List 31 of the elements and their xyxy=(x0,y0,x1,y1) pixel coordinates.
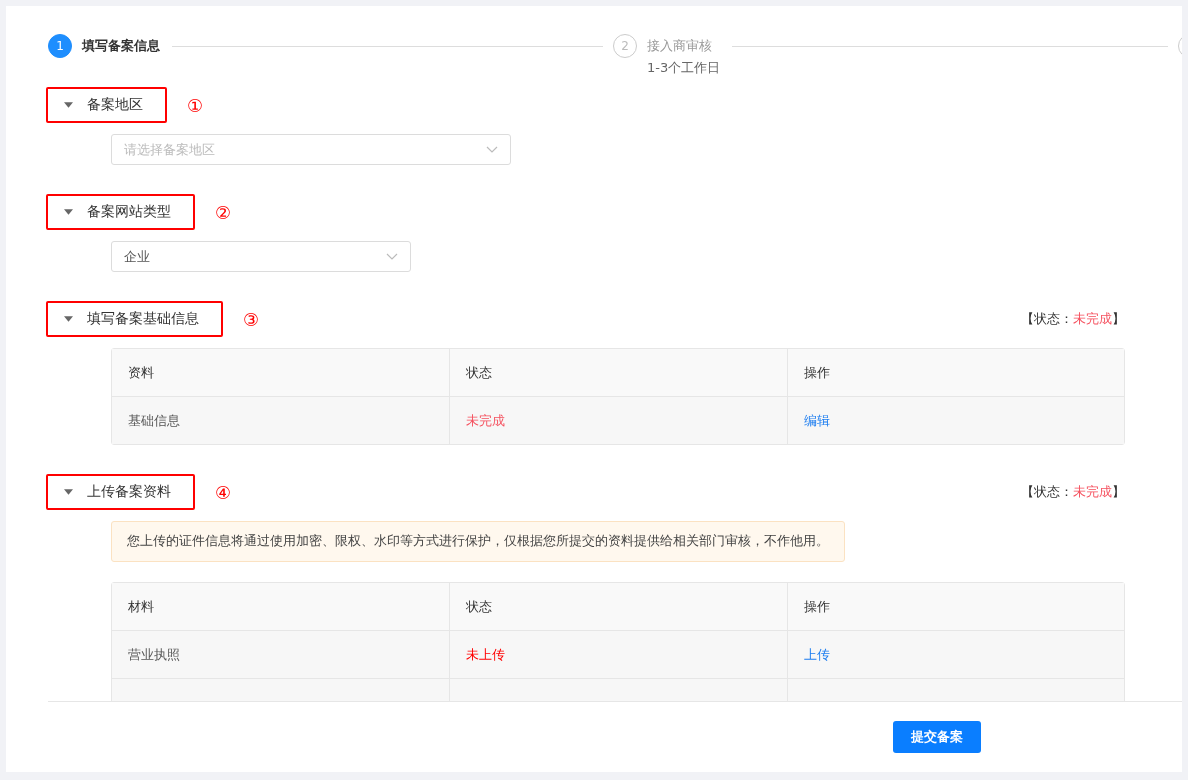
table-link[interactable]: 编辑 xyxy=(803,411,830,430)
step-title: 接入商审核 xyxy=(647,37,713,55)
table-link[interactable]: 上传 xyxy=(803,645,830,664)
caret-icon[interactable] xyxy=(64,102,73,108)
caret-icon[interactable] xyxy=(64,316,73,322)
step-subtitle: 1-3个工作日 xyxy=(647,59,721,77)
caret-icon[interactable] xyxy=(64,489,73,495)
chevron-down-icon xyxy=(386,253,398,260)
section-title: 填写备案基础信息 xyxy=(87,310,199,328)
chevron-down-icon xyxy=(486,146,498,153)
table-cell-text: 营业执照 xyxy=(127,645,181,664)
select-field[interactable]: 企业 xyxy=(111,241,411,272)
step-title: 填写备案信息 xyxy=(82,37,160,55)
notice-banner: 您上传的证件信息将通过使用加密、限权、水印等方式进行保护，仅根据您所提交的资料提供给相关部门审核，不作他用。 xyxy=(111,521,845,562)
status-text: 【状态：未完成】 xyxy=(1021,483,1125,501)
section-title: 备案网站类型 xyxy=(87,203,171,221)
select-field[interactable]: 请选择备案地区 xyxy=(111,134,511,165)
annotation-number: ③ xyxy=(243,308,260,330)
annotation-number: ② xyxy=(215,201,232,223)
section-title: 上传备案资料 xyxy=(87,483,171,501)
step-number: 1 xyxy=(48,34,72,58)
submit-button[interactable]: 提交备案 xyxy=(893,721,981,753)
annotation-number: ④ xyxy=(215,481,232,503)
caret-icon[interactable] xyxy=(64,209,73,215)
annotation-number: ① xyxy=(187,94,204,116)
section-title: 备案地区 xyxy=(87,96,143,114)
status-text: 【状态：未完成】 xyxy=(1021,310,1125,328)
column-header: 材料 xyxy=(127,597,155,616)
table-cell-text: 基础信息 xyxy=(127,411,181,430)
table-cell: 未完成 xyxy=(449,397,787,444)
column-header: 资料 xyxy=(127,363,155,382)
